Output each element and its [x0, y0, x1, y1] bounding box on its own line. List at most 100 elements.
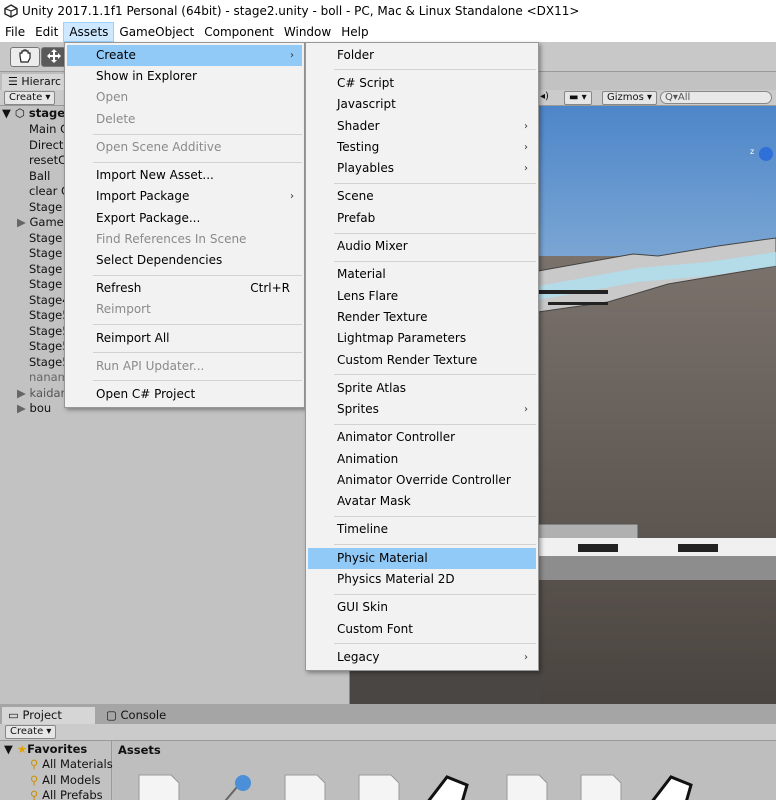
hierarchy-item-stage-b[interactable]: Stage	[0, 246, 70, 261]
hierarchy-item-stage-d[interactable]: Stage	[0, 277, 70, 292]
tab-console[interactable]: ▢ Console	[100, 707, 190, 724]
scene-view[interactable]: z	[538, 106, 776, 704]
expand-arrow-icon[interactable]: ▶	[17, 401, 26, 415]
project-create-button[interactable]: Create ▾	[5, 725, 57, 739]
create-menu-csharp-script[interactable]: C# Script	[308, 73, 536, 94]
favorite-all-models[interactable]: ⚲ All Models	[30, 773, 101, 788]
scene-asset-icon[interactable]	[649, 773, 693, 800]
create-menu-animator-override-controller[interactable]: Animator Override Controller	[308, 470, 536, 491]
hierarchy-item-stage5-c[interactable]: Stage5	[0, 339, 70, 354]
script-asset-icon[interactable]	[505, 773, 549, 800]
expand-arrow-icon[interactable]: ▶	[17, 215, 26, 229]
menu-gameobject[interactable]: GameObject	[114, 22, 199, 42]
create-menu-sprites[interactable]: Sprites ›	[308, 399, 536, 420]
hierarchy-item-nanam[interactable]: nanam	[0, 370, 70, 385]
hierarchy-item-directional-light[interactable]: Directi	[0, 138, 70, 153]
create-menu-avatar-mask[interactable]: Avatar Mask	[308, 491, 536, 512]
favorites-header[interactable]: ▼ ★Favorites	[4, 742, 87, 757]
move-tool-button[interactable]	[41, 47, 66, 67]
assets-menu-open[interactable]: Open	[67, 87, 302, 108]
create-menu-audio-mixer[interactable]: Audio Mixer	[308, 236, 536, 257]
effects-button[interactable]: ▬ ▾	[564, 91, 592, 105]
hierarchy-item-reset[interactable]: resetC	[0, 153, 70, 168]
create-menu-sprite-atlas[interactable]: Sprite Atlas	[308, 378, 536, 399]
hierarchy-item-stage-a[interactable]: Stage	[0, 231, 70, 246]
audio-toggle-icon[interactable]: ◂)	[540, 91, 549, 102]
create-menu-animator-controller[interactable]: Animator Controller	[308, 427, 536, 448]
scene-search-input[interactable]: Q▾All	[660, 91, 772, 104]
create-menu-custom-font[interactable]: Custom Font	[308, 619, 536, 640]
create-menu-lightmap-parameters[interactable]: Lightmap Parameters	[308, 328, 536, 349]
script-asset-icon[interactable]	[283, 773, 327, 800]
hand-tool-button[interactable]	[10, 47, 40, 67]
assets-menu-import-package[interactable]: Import Package ›	[67, 186, 302, 207]
menu-edit[interactable]: Edit	[30, 22, 63, 42]
expand-arrow-icon[interactable]: ▶	[17, 386, 26, 400]
assets-menu-select-dependencies[interactable]: Select Dependencies	[67, 250, 302, 271]
assets-menu-open-csharp-project[interactable]: Open C# Project	[67, 384, 302, 405]
hierarchy-item-clear[interactable]: clear C	[0, 184, 70, 199]
menu-assets[interactable]: Assets	[63, 22, 115, 42]
create-menu-lens-flare[interactable]: Lens Flare	[308, 286, 536, 307]
hierarchy-item-stage5-b[interactable]: Stage5	[0, 324, 70, 339]
gizmos-button[interactable]: Gizmos ▾	[602, 91, 658, 105]
menu-file[interactable]: File	[0, 22, 30, 42]
hierarchy-item-ball[interactable]: Ball	[0, 169, 70, 184]
assets-header: Assets	[118, 743, 161, 757]
favorite-all-prefabs[interactable]: ⚲ All Prefabs	[30, 788, 103, 800]
favorite-all-materials[interactable]: ⚲ All Materials	[30, 757, 113, 772]
assets-menu-import-new-asset[interactable]: Import New Asset...	[67, 165, 302, 186]
assets-menu-export-package[interactable]: Export Package...	[67, 208, 302, 229]
create-menu-playables[interactable]: Playables ›	[308, 158, 536, 179]
create-menu-playables-label: Playables	[337, 161, 394, 175]
tab-hierarchy[interactable]: ☰ Hierarc	[2, 74, 66, 90]
create-menu-folder[interactable]: Folder	[308, 45, 536, 66]
script-asset-icon[interactable]	[579, 773, 623, 800]
assets-menu-show-in-explorer[interactable]: Show in Explorer	[67, 66, 302, 87]
hierarchy-item-main-camera[interactable]: Main C	[0, 122, 70, 137]
scene-asset-icon[interactable]	[425, 773, 469, 800]
script-asset-icon[interactable]	[357, 773, 401, 800]
assets-menu-delete[interactable]: Delete	[67, 109, 302, 130]
hierarchy-item-bou[interactable]: ▶ bou	[0, 401, 70, 416]
hierarchy-item-stage5-a[interactable]: Stage5	[0, 308, 70, 323]
assets-menu-find-references[interactable]: Find References In Scene	[67, 229, 302, 250]
hierarchy-item-stage-c[interactable]: Stage	[0, 262, 70, 277]
hierarchy-toolbar: Create ▾	[0, 90, 70, 106]
menu-component[interactable]: Component	[199, 22, 279, 42]
tab-project[interactable]: ▭ Project	[2, 707, 95, 724]
assets-menu-refresh[interactable]: Refresh Ctrl+R	[67, 278, 302, 299]
create-menu-testing[interactable]: Testing ›	[308, 137, 536, 158]
search-icon: Q▾	[665, 92, 678, 103]
hierarchy-item-kaidan[interactable]: ▶ kaidar	[0, 386, 70, 401]
hierarchy-item-stage4[interactable]: Stage4	[0, 293, 70, 308]
hierarchy-item-stage5-d[interactable]: Stage5	[0, 355, 70, 370]
assets-menu-create[interactable]: Create ›	[67, 45, 302, 66]
assets-menu-open-scene-additive[interactable]: Open Scene Additive	[67, 137, 302, 158]
script-asset-icon[interactable]	[137, 773, 181, 800]
create-menu-timeline[interactable]: Timeline	[308, 519, 536, 540]
assets-menu-run-api-updater[interactable]: Run API Updater...	[67, 356, 302, 377]
create-menu-render-texture[interactable]: Render Texture	[308, 307, 536, 328]
create-menu-scene[interactable]: Scene	[308, 186, 536, 207]
menu-window[interactable]: Window	[279, 22, 336, 42]
create-menu-gui-skin[interactable]: GUI Skin	[308, 597, 536, 618]
menu-separator	[334, 594, 536, 595]
create-menu-shader[interactable]: Shader ›	[308, 116, 536, 137]
physic-material-asset-icon[interactable]	[209, 773, 253, 800]
create-menu-legacy[interactable]: Legacy ›	[308, 647, 536, 668]
hierarchy-item-stage[interactable]: Stage	[0, 200, 70, 215]
hierarchy-create-button[interactable]: Create ▾	[4, 91, 56, 105]
create-menu-physic-material[interactable]: Physic Material	[308, 548, 536, 569]
assets-menu-reimport[interactable]: Reimport	[67, 299, 302, 320]
hierarchy-item-game[interactable]: ▶ Game	[0, 215, 70, 230]
create-menu-javascript[interactable]: Javascript	[308, 94, 536, 115]
hierarchy-scene-row[interactable]: ▼ ⬡ stage	[0, 106, 70, 121]
menu-help[interactable]: Help	[336, 22, 373, 42]
create-menu-custom-render-texture[interactable]: Custom Render Texture	[308, 350, 536, 371]
create-menu-material[interactable]: Material	[308, 264, 536, 285]
create-menu-animation[interactable]: Animation	[308, 449, 536, 470]
create-menu-prefab[interactable]: Prefab	[308, 208, 536, 229]
create-menu-physics-material-2d[interactable]: Physics Material 2D	[308, 569, 536, 590]
assets-menu-reimport-all[interactable]: Reimport All	[67, 328, 302, 349]
